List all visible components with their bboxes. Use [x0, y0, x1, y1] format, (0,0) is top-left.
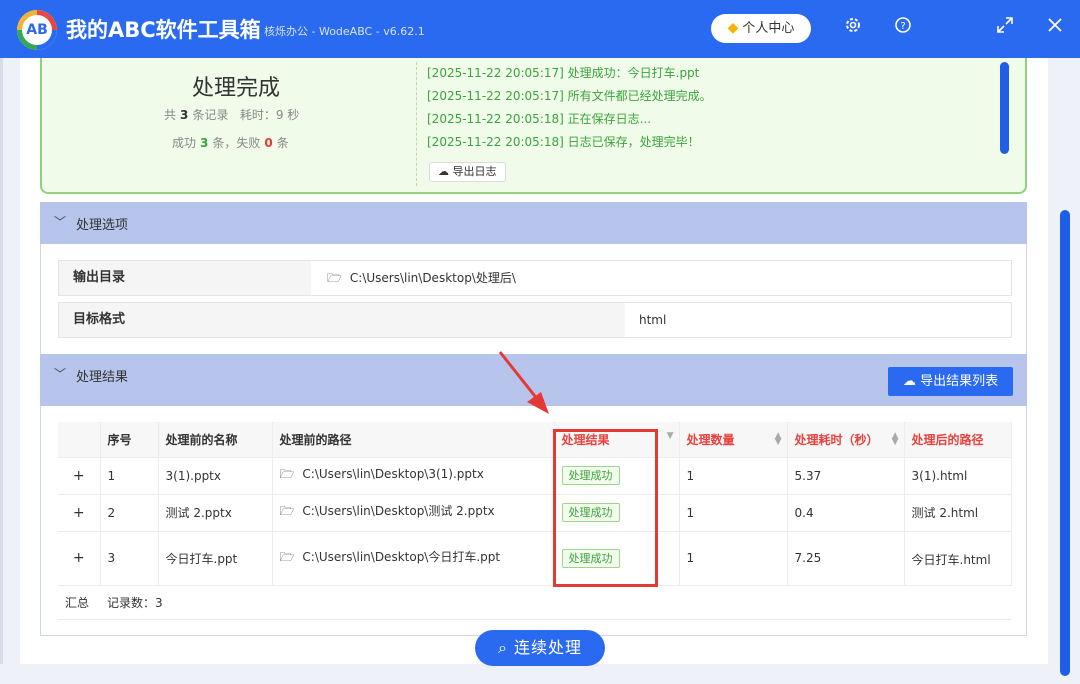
- app-logo: AB: [17, 10, 57, 50]
- table-row: + 1 3(1).pptx 🗁 C:\Users\lin\Desktop\3(1)…: [58, 457, 1012, 495]
- chevron-down-icon: ﹀: [54, 367, 67, 381]
- options-section-header[interactable]: ﹀ 处理选项: [40, 202, 1027, 244]
- continue-processing-button[interactable]: ⌕ 连续处理: [475, 630, 605, 666]
- log-line: [2025-11-22 20:05:17] 处理成功：今日打车.ppt: [427, 66, 700, 80]
- summary-total: 共 3 条记录 耗时：9 秒: [164, 108, 300, 122]
- summary-title: 处理完成: [192, 76, 281, 101]
- user-center-button[interactable]: ◆ 个人中心: [711, 14, 811, 43]
- row-path: 🗁 C:\Users\lin\Desktop\3(1).pptx: [272, 457, 555, 495]
- column-header-output-path: 处理后的路径: [904, 422, 1012, 458]
- output-dir-row: 输出目录 🗁 C:\Users\lin\Desktop\处理后\: [58, 260, 1012, 296]
- user-center-label: 个人中心: [742, 21, 795, 36]
- export-results-button[interactable]: ☁ 导出结果列表: [888, 367, 1013, 396]
- page-scrollbar[interactable]: [1060, 210, 1070, 676]
- logo-text: AB: [22, 15, 52, 45]
- log-line: [2025-11-22 20:05:17] 所有文件都已经处理完成。: [427, 89, 712, 103]
- cloud-upload-icon: ☁: [438, 165, 449, 178]
- row-count: 1: [679, 457, 788, 495]
- expand-row-button[interactable]: +: [58, 531, 101, 586]
- row-count: 1: [679, 494, 788, 532]
- expand-icon[interactable]: [993, 16, 1017, 40]
- log-line: [2025-11-22 20:05:18] 日志已保存，处理完毕！: [427, 135, 700, 149]
- results-table: 序号 处理前的名称 处理前的路径 处理结果 ▼ 处理数量 ▲ ▼ 处理耗时（秒） ▲ ▼ …: [58, 422, 1012, 620]
- results-section-header[interactable]: ﹀ 处理结果 ☁ 导出结果列表: [40, 354, 1027, 406]
- table-header-row: 序号 处理前的名称 处理前的路径 处理结果 ▼ 处理数量 ▲ ▼ 处理耗时（秒） ▲ ▼ …: [58, 422, 1012, 458]
- folder-icon: 🗁: [279, 504, 295, 518]
- sort-icon[interactable]: ▲ ▼: [892, 432, 899, 447]
- chevron-down-icon: ﹀: [54, 215, 67, 229]
- gear-icon[interactable]: [841, 16, 865, 40]
- title-bar: AB 我的ABC软件工具箱 核烁办公 - WodeABC - v6.62.1 ◆…: [0, 0, 1080, 58]
- table-row: + 2 测试 2.pptx 🗁 C:\Users\lin\Desktop\测试 2…: [58, 494, 1012, 532]
- output-dir-label: 输出目录: [59, 261, 311, 295]
- output-dir-value[interactable]: 🗁 C:\Users\lin\Desktop\处理后\: [327, 261, 516, 295]
- column-header-count[interactable]: 处理数量 ▲ ▼: [679, 422, 788, 458]
- row-output-path[interactable]: 3(1).html: [904, 457, 1012, 495]
- column-header-name: 处理前的名称: [158, 422, 273, 458]
- summary-panel: 处理完成 共 3 条记录 耗时：9 秒 成功 3 条，失败 0 条 [2025-11-22 …: [40, 58, 1027, 194]
- crown-icon: ◆: [727, 20, 739, 36]
- log-line: [2025-11-22 20:05:18] 正在保存日志...: [427, 112, 652, 126]
- folder-icon: 🗁: [279, 549, 295, 564]
- expand-column-header: [58, 422, 101, 458]
- target-format-label: 目标格式: [59, 303, 625, 337]
- expand-row-button[interactable]: +: [58, 494, 101, 532]
- help-icon[interactable]: ?: [891, 16, 915, 40]
- sort-icon[interactable]: ▲ ▼: [775, 432, 782, 447]
- cloud-upload-icon: ☁: [902, 374, 916, 389]
- column-header-time[interactable]: 处理耗时（秒） ▲ ▼: [787, 422, 905, 458]
- microphone-icon: ⌕: [497, 638, 508, 657]
- filter-icon[interactable]: ▼: [667, 432, 674, 441]
- column-header-path: 处理前的路径: [272, 422, 555, 458]
- log-scrollbar[interactable]: [1000, 62, 1009, 154]
- app-title: 我的ABC软件工具箱: [66, 18, 261, 42]
- table-footer-row: 汇总 记录数：3: [58, 585, 1011, 620]
- row-name: 3(1).pptx: [158, 457, 273, 495]
- summary-success-fail: 成功 3 条，失败 0 条: [172, 136, 289, 150]
- footer-record-count: 记录数：3: [100, 585, 1011, 620]
- row-path: 🗁 C:\Users\lin\Desktop\今日打车.ppt: [272, 531, 555, 586]
- highlight-box: [553, 429, 658, 587]
- expand-row-button[interactable]: +: [58, 457, 101, 495]
- results-body: 序号 处理前的名称 处理前的路径 处理结果 ▼ 处理数量 ▲ ▼ 处理耗时（秒） ▲ ▼ …: [40, 406, 1027, 636]
- folder-icon: 🗁: [279, 467, 295, 481]
- target-format-row: 目标格式 html: [58, 302, 1012, 338]
- summary-divider: [416, 62, 417, 186]
- row-name: 测试 2.pptx: [158, 494, 273, 532]
- target-format-value[interactable]: html: [639, 303, 666, 337]
- row-count: 1: [679, 531, 788, 586]
- table-row: + 3 今日打车.ppt 🗁 C:\Users\lin\Desktop\今日打车.…: [58, 531, 1012, 586]
- row-path: 🗁 C:\Users\lin\Desktop\测试 2.pptx: [272, 494, 555, 532]
- options-body: 输出目录 🗁 C:\Users\lin\Desktop\处理后\ 目标格式 htm…: [40, 244, 1027, 354]
- svg-text:?: ?: [900, 21, 905, 32]
- footer-label: 汇总: [58, 585, 100, 620]
- log-list: [2025-11-22 20:05:17] 处理成功：今日打车.ppt [202…: [427, 62, 987, 154]
- folder-icon: 🗁: [327, 271, 342, 285]
- row-index: 2: [100, 494, 159, 532]
- row-time: 5.37: [787, 457, 905, 495]
- row-index: 3: [100, 531, 159, 586]
- window-edge: [0, 58, 3, 664]
- export-log-button[interactable]: ☁ 导出日志: [429, 162, 506, 182]
- row-time: 0.4: [787, 494, 905, 532]
- row-name: 今日打车.ppt: [158, 531, 273, 586]
- app-subtitle: 核烁办公 - WodeABC - v6.62.1: [264, 25, 425, 38]
- results-title: 处理结果: [76, 370, 129, 385]
- row-time: 7.25: [787, 531, 905, 586]
- column-header-index: 序号: [100, 422, 159, 458]
- options-title: 处理选项: [76, 218, 129, 233]
- close-icon[interactable]: [1043, 16, 1067, 40]
- row-output-path[interactable]: 测试 2.html: [904, 494, 1012, 532]
- row-index: 1: [100, 457, 159, 495]
- row-output-path[interactable]: 今日打车.html: [904, 531, 1012, 586]
